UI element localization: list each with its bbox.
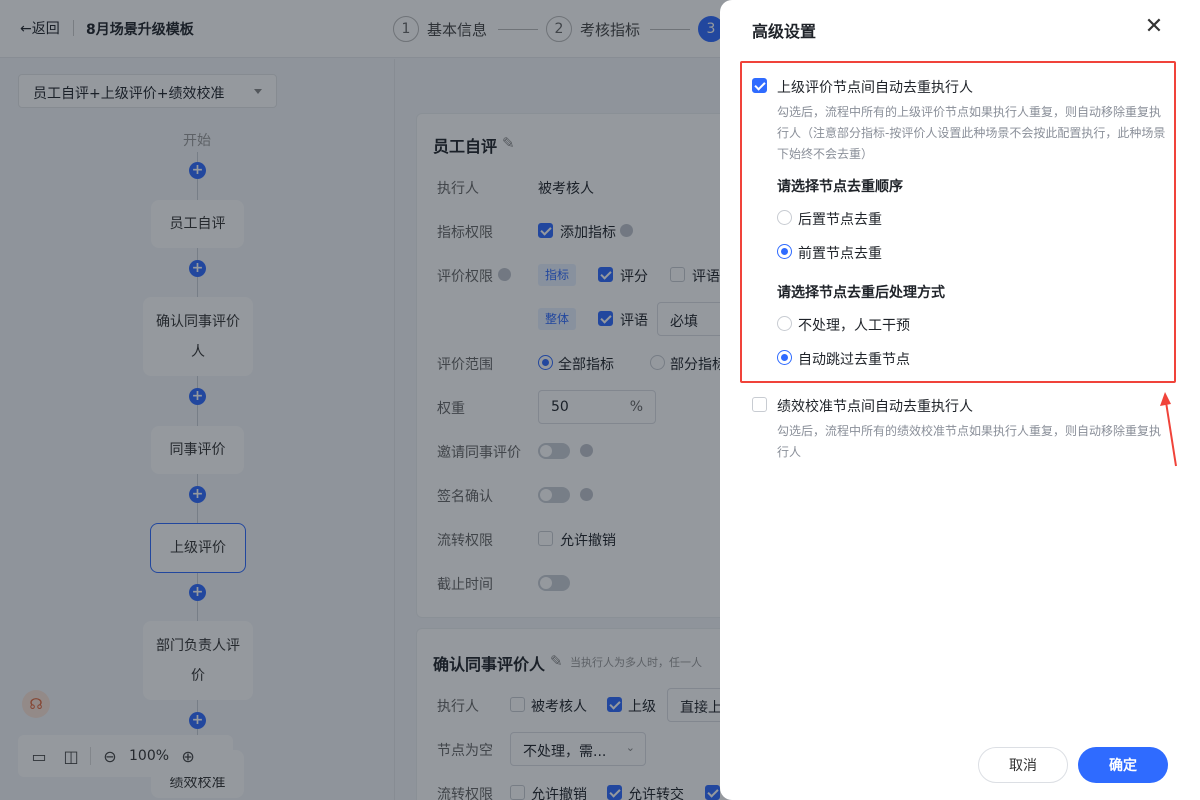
- superior-dedup-label[interactable]: 上级评价节点间自动去重执行人: [777, 77, 973, 97]
- handle-manual-label[interactable]: 不处理，人工干预: [798, 315, 910, 335]
- dedup-order-heading: 请选择节点去重顺序: [777, 179, 903, 195]
- order-after-label[interactable]: 后置节点去重: [798, 209, 882, 229]
- order-before-label[interactable]: 前置节点去重: [798, 243, 882, 263]
- confirm-button[interactable]: 确定: [1078, 747, 1168, 783]
- handle-skip-radio[interactable]: [777, 350, 792, 365]
- cancel-button[interactable]: 取消: [978, 747, 1068, 783]
- close-icon[interactable]: ✕: [1144, 16, 1164, 38]
- advanced-settings-drawer: 高级设置 ✕ 上级评价节点间自动去重执行人 勾选后，流程中所有的上级评价节点如果…: [720, 0, 1200, 800]
- order-after-radio[interactable]: [777, 210, 792, 225]
- order-before-radio[interactable]: [777, 244, 792, 259]
- calibration-dedup-label[interactable]: 绩效校准节点间自动去重执行人: [777, 396, 973, 416]
- handle-manual-radio[interactable]: [777, 316, 792, 331]
- superior-dedup-checkbox[interactable]: [752, 78, 767, 93]
- annotation-arrow-icon: [1160, 392, 1177, 467]
- calibration-dedup-desc: 勾选后，流程中所有的绩效校准节点如果执行人重复，则自动移除重复执行人: [777, 424, 1162, 459]
- handle-skip-label[interactable]: 自动跳过去重节点: [798, 349, 910, 369]
- calibration-dedup-checkbox[interactable]: [752, 397, 767, 412]
- superior-dedup-desc: 勾选后，流程中所有的上级评价节点如果执行人重复，则自动移除重复执行人（注意部分指…: [777, 105, 1166, 161]
- drawer-title: 高级设置: [752, 22, 817, 41]
- dedup-handle-heading: 请选择节点去重后处理方式: [777, 285, 945, 301]
